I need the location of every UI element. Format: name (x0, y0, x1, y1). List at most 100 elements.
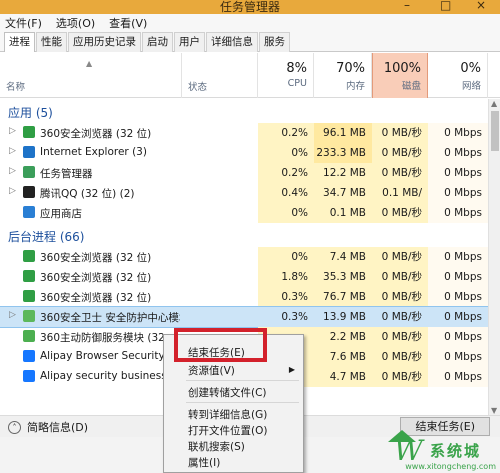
disk-value: 0 MB/秒 (381, 311, 422, 323)
360-guard-icon (23, 310, 35, 322)
process-name: 360安全浏览器 (32 位) (40, 128, 152, 140)
menu-bar: 文件(F) 选项(O) 查看(V) (0, 14, 500, 32)
network-value: 0 Mbps (428, 123, 488, 143)
vertical-scrollbar[interactable]: ▲ ▼ (488, 99, 500, 415)
expand-arrow-icon[interactable]: ▷ (9, 126, 16, 136)
memory-value: 7.6 MB (314, 347, 372, 367)
fewer-details-button[interactable]: ˄ 简略信息(D) (8, 419, 88, 435)
process-name: 360安全卫士 安全防护中心模块 (40, 312, 180, 324)
disk-value: 0 MB/秒 (372, 267, 428, 287)
alipay-icon (23, 370, 35, 382)
expand-arrow-icon[interactable]: ▷ (9, 166, 16, 176)
tab-performance[interactable]: 性能 (36, 32, 67, 52)
disk-value: 0 MB/秒 (372, 203, 428, 223)
memory-value: 4.7 MB (314, 367, 372, 387)
ctx-separator (186, 380, 299, 381)
memory-value: 0.1 MB (314, 203, 372, 223)
process-name: 360安全浏览器 (32 位) (40, 272, 152, 284)
memory-column-header[interactable]: 70% 内存 (314, 53, 372, 98)
process-row[interactable]: 应用商店 0% 0.1 MB 0 MB/秒 0 Mbps (0, 203, 488, 223)
tab-users[interactable]: 用户 (174, 32, 205, 52)
expand-arrow-icon[interactable]: ▷ (9, 310, 16, 320)
tab-services[interactable]: 服务 (259, 32, 290, 52)
tab-app-history[interactable]: 应用历史记录 (68, 32, 141, 52)
tab-processes[interactable]: 进程 (4, 32, 35, 52)
close-button[interactable]: × (476, 0, 486, 12)
submenu-arrow-icon: ▶ (288, 365, 295, 374)
apps-section-header[interactable]: 应用 (5) (0, 99, 488, 123)
section-title: 应用 (5) (8, 106, 53, 120)
column-header: ▲ 名称 状态 8% CPU 70% 内存 100% 磁盘 0% 网络 (0, 53, 500, 98)
network-column-header[interactable]: 0% 网络 (428, 53, 488, 98)
cpu-value: 0.2% (258, 123, 314, 143)
network-value: 0 Mbps (428, 287, 488, 307)
network-value: 0 Mbps (428, 163, 488, 183)
chevron-up-icon: ˄ (8, 420, 21, 434)
process-name: Internet Explorer (3) (40, 146, 147, 158)
ctx-search-online[interactable]: 联机搜索(S) (188, 439, 245, 454)
cpu-value: 0.4% (258, 183, 314, 203)
tab-details[interactable]: 详细信息 (206, 32, 258, 52)
disk-value: 0 MB/秒 (372, 143, 428, 163)
cpu-column-header[interactable]: 8% CPU (258, 53, 314, 98)
disk-value: 0 MB/秒 (372, 347, 428, 367)
process-row[interactable]: ▷ 360安全浏览器 (32 位) 0.2% 96.1 MB 0 MB/秒 0 Mbps (0, 123, 488, 143)
process-row[interactable]: 360安全浏览器 (32 位) 0.3% 76.7 MB 0 MB/秒 0 Mbps (0, 287, 488, 307)
status-column-header[interactable]: 状态 (182, 53, 258, 98)
cpu-value: 0% (258, 143, 314, 163)
ctx-properties[interactable]: 属性(I) (188, 455, 220, 470)
process-name: Alipay security business ser (40, 370, 180, 382)
memory-value: 35.3 MB (314, 267, 372, 287)
menu-file[interactable]: 文件(F) (5, 15, 42, 31)
minimize-button[interactable]: – (404, 0, 410, 12)
process-row[interactable]: ▷ Internet Explorer (3) 0% 233.3 MB 0 MB/秒 0 … (0, 143, 488, 163)
ctx-go-to-details[interactable]: 转到详细信息(G) (188, 407, 267, 422)
background-section-header[interactable]: 后台进程 (66) (0, 223, 488, 247)
expand-arrow-icon[interactable]: ▷ (9, 146, 16, 156)
process-row[interactable]: ▷ 任务管理器 0.2% 12.2 MB 0 MB/秒 0 Mbps (0, 163, 488, 183)
360-browser-icon (23, 126, 35, 138)
scroll-up-icon[interactable]: ▲ (491, 99, 497, 108)
menu-options[interactable]: 选项(O) (56, 15, 95, 31)
memory-value: 76.7 MB (314, 287, 372, 307)
disk-value: 0 MB/秒 (372, 327, 428, 347)
cpu-value: 0% (258, 203, 314, 223)
process-row[interactable]: 360安全浏览器 (32 位) 0% 7.4 MB 0 MB/秒 0 Mbps (0, 247, 488, 267)
disk-value: 0.1 MB/秒 (372, 183, 428, 219)
ctx-resource-values[interactable]: 资源值(V) (188, 363, 235, 378)
memory-value: 13.9 MB (323, 311, 366, 323)
cpu-value: 0% (258, 247, 314, 267)
section-title: 后台进程 (66) (8, 230, 85, 244)
network-value: 0 Mbps (428, 247, 488, 267)
maximize-button[interactable]: □ (440, 0, 451, 12)
cpu-value: 0.2% (258, 163, 314, 183)
menu-view[interactable]: 查看(V) (109, 15, 147, 31)
disk-column-header[interactable]: 100% 磁盘 (372, 53, 428, 98)
360-browser-icon (23, 270, 35, 282)
sort-arrow-icon: ▲ (86, 59, 93, 68)
memory-value: 12.2 MB (314, 163, 372, 183)
network-value: 0 Mbps (428, 367, 488, 387)
store-icon (23, 206, 35, 218)
watermark-logo: W 系统城 www.xitongcheng.com (388, 430, 500, 473)
ctx-separator (186, 402, 299, 403)
expand-arrow-icon[interactable]: ▷ (9, 186, 16, 196)
process-row[interactable]: 360安全浏览器 (32 位) 1.8% 35.3 MB 0 MB/秒 0 Mbps (0, 267, 488, 287)
process-row[interactable]: ▷ 360安全卫士 安全防护中心模块 0.3% 13.9 MB 0 MB/秒 0 Mbps (0, 306, 488, 328)
ctx-create-dump[interactable]: 创建转储文件(C) (188, 385, 267, 400)
process-row[interactable]: ▷ 腾讯QQ (32 位) (2) 0.4%34.7 MB0.1 MB/秒0 Mbp… (0, 183, 488, 219)
scroll-down-icon[interactable]: ▼ (491, 406, 497, 415)
tab-startup[interactable]: 启动 (142, 32, 173, 52)
tab-bar: 进程 性能 应用历史记录 启动 用户 详细信息 服务 (0, 32, 500, 52)
network-value: 0 Mbps (428, 267, 488, 287)
disk-value: 0 MB/秒 (372, 287, 428, 307)
scroll-thumb[interactable] (491, 111, 499, 151)
ctx-open-file-location[interactable]: 打开文件位置(O) (188, 423, 267, 438)
qq-icon (23, 186, 35, 198)
disk-value: 0 MB/秒 (372, 123, 428, 143)
process-name: 应用商店 (40, 208, 82, 220)
name-column-header[interactable]: ▲ 名称 (0, 53, 182, 98)
network-value: 0 Mbps (428, 203, 488, 223)
process-name: 360安全浏览器 (32 位) (40, 252, 152, 264)
network-value: 0 Mbps (428, 327, 488, 347)
